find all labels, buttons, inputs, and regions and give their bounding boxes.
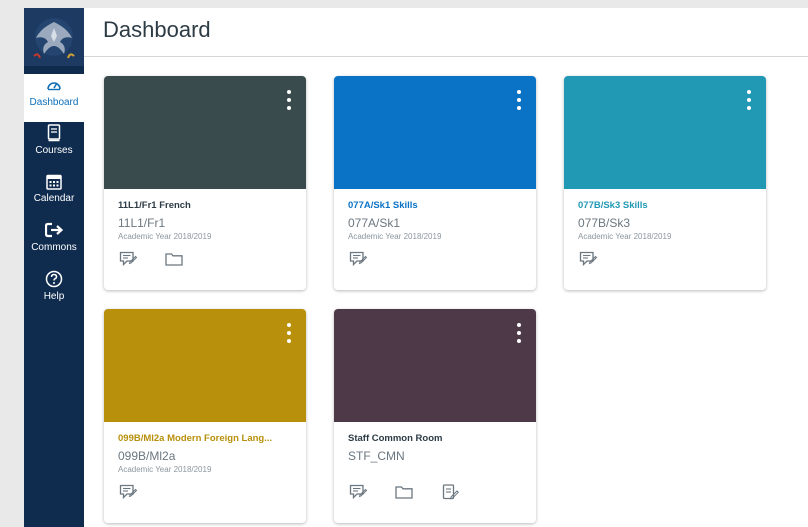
course-title-link[interactable]: 11L1/Fr1 French (118, 200, 294, 211)
page-title: Dashboard (103, 17, 211, 42)
dashboard-icon (46, 74, 62, 96)
course-code: 11L1/Fr1 (118, 216, 166, 230)
announcements-icon[interactable] (578, 249, 598, 269)
commons-icon (45, 219, 63, 241)
card-options-icon[interactable] (286, 90, 292, 110)
nav-label-commons: Commons (31, 242, 77, 253)
course-card[interactable]: 11L1/Fr1 French 11L1/Fr1 Academic Year 2… (104, 76, 306, 290)
course-card[interactable]: Staff Common Room STF_CMN (334, 309, 536, 523)
announcements-icon[interactable] (348, 249, 368, 269)
files-icon[interactable] (164, 249, 184, 269)
card-action-bar (578, 248, 598, 270)
course-card-header[interactable] (564, 76, 766, 189)
course-code: 077B/Sk3 (578, 216, 631, 230)
course-card-header[interactable] (334, 309, 536, 422)
nav-label-dashboard: Dashboard (29, 97, 79, 108)
nav-item-courses[interactable]: Courses (24, 122, 84, 170)
course-code: STF_CMN (348, 449, 405, 463)
card-action-bar (348, 248, 368, 270)
course-title-link[interactable]: 099B/Ml2a Modern Foreign Lang... (118, 433, 294, 444)
nav-item-calendar[interactable]: Calendar (24, 170, 84, 218)
announcements-icon[interactable] (118, 482, 138, 502)
course-term: Academic Year 2018/2019 (578, 232, 672, 241)
course-term: Academic Year 2018/2019 (348, 232, 442, 241)
card-action-bar (118, 248, 184, 270)
course-term: Academic Year 2018/2019 (118, 465, 212, 474)
assignments-icon[interactable] (440, 482, 460, 502)
nav-item-help[interactable]: Help (24, 268, 84, 316)
nav-item-commons[interactable]: Commons (24, 219, 84, 267)
global-navigation: Dashboard Courses Calendar Commons Help (24, 8, 84, 527)
card-options-icon[interactable] (516, 90, 522, 110)
course-card-header[interactable] (104, 309, 306, 422)
course-card-header[interactable] (104, 76, 306, 189)
course-card-header[interactable] (334, 76, 536, 189)
nav-item-dashboard[interactable]: Dashboard (24, 74, 84, 122)
course-term: Academic Year 2018/2019 (118, 232, 212, 241)
course-card[interactable]: 077A/Sk1 Skills 077A/Sk1 Academic Year 2… (334, 76, 536, 290)
course-code: 099B/Ml2a (118, 449, 176, 463)
nav-label-courses: Courses (35, 145, 73, 156)
page-header: Dashboard (84, 8, 808, 57)
course-title-link[interactable]: 077B/Sk3 Skills (578, 200, 754, 211)
course-card[interactable]: 077B/Sk3 Skills 077B/Sk3 Academic Year 2… (564, 76, 766, 290)
course-title-link[interactable]: Staff Common Room (348, 433, 524, 444)
courses-icon (47, 122, 61, 144)
nav-label-help: Help (43, 291, 65, 302)
nav-label-calendar: Calendar (33, 193, 75, 204)
canvas-window: Dashboard Courses Calendar Commons Help … (24, 8, 808, 527)
announcements-icon[interactable] (348, 482, 368, 502)
course-card[interactable]: 099B/Ml2a Modern Foreign Lang... 099B/Ml… (104, 309, 306, 523)
institution-logo[interactable] (24, 8, 84, 66)
course-code: 077A/Sk1 (348, 216, 401, 230)
card-options-icon[interactable] (286, 323, 292, 343)
announcements-icon[interactable] (118, 249, 138, 269)
calendar-icon (46, 170, 62, 192)
card-options-icon[interactable] (516, 323, 522, 343)
course-title-link[interactable]: 077A/Sk1 Skills (348, 200, 524, 211)
card-action-bar (118, 481, 138, 503)
card-action-bar (348, 481, 460, 503)
help-icon (45, 268, 63, 290)
card-options-icon[interactable] (746, 90, 752, 110)
files-icon[interactable] (394, 482, 414, 502)
